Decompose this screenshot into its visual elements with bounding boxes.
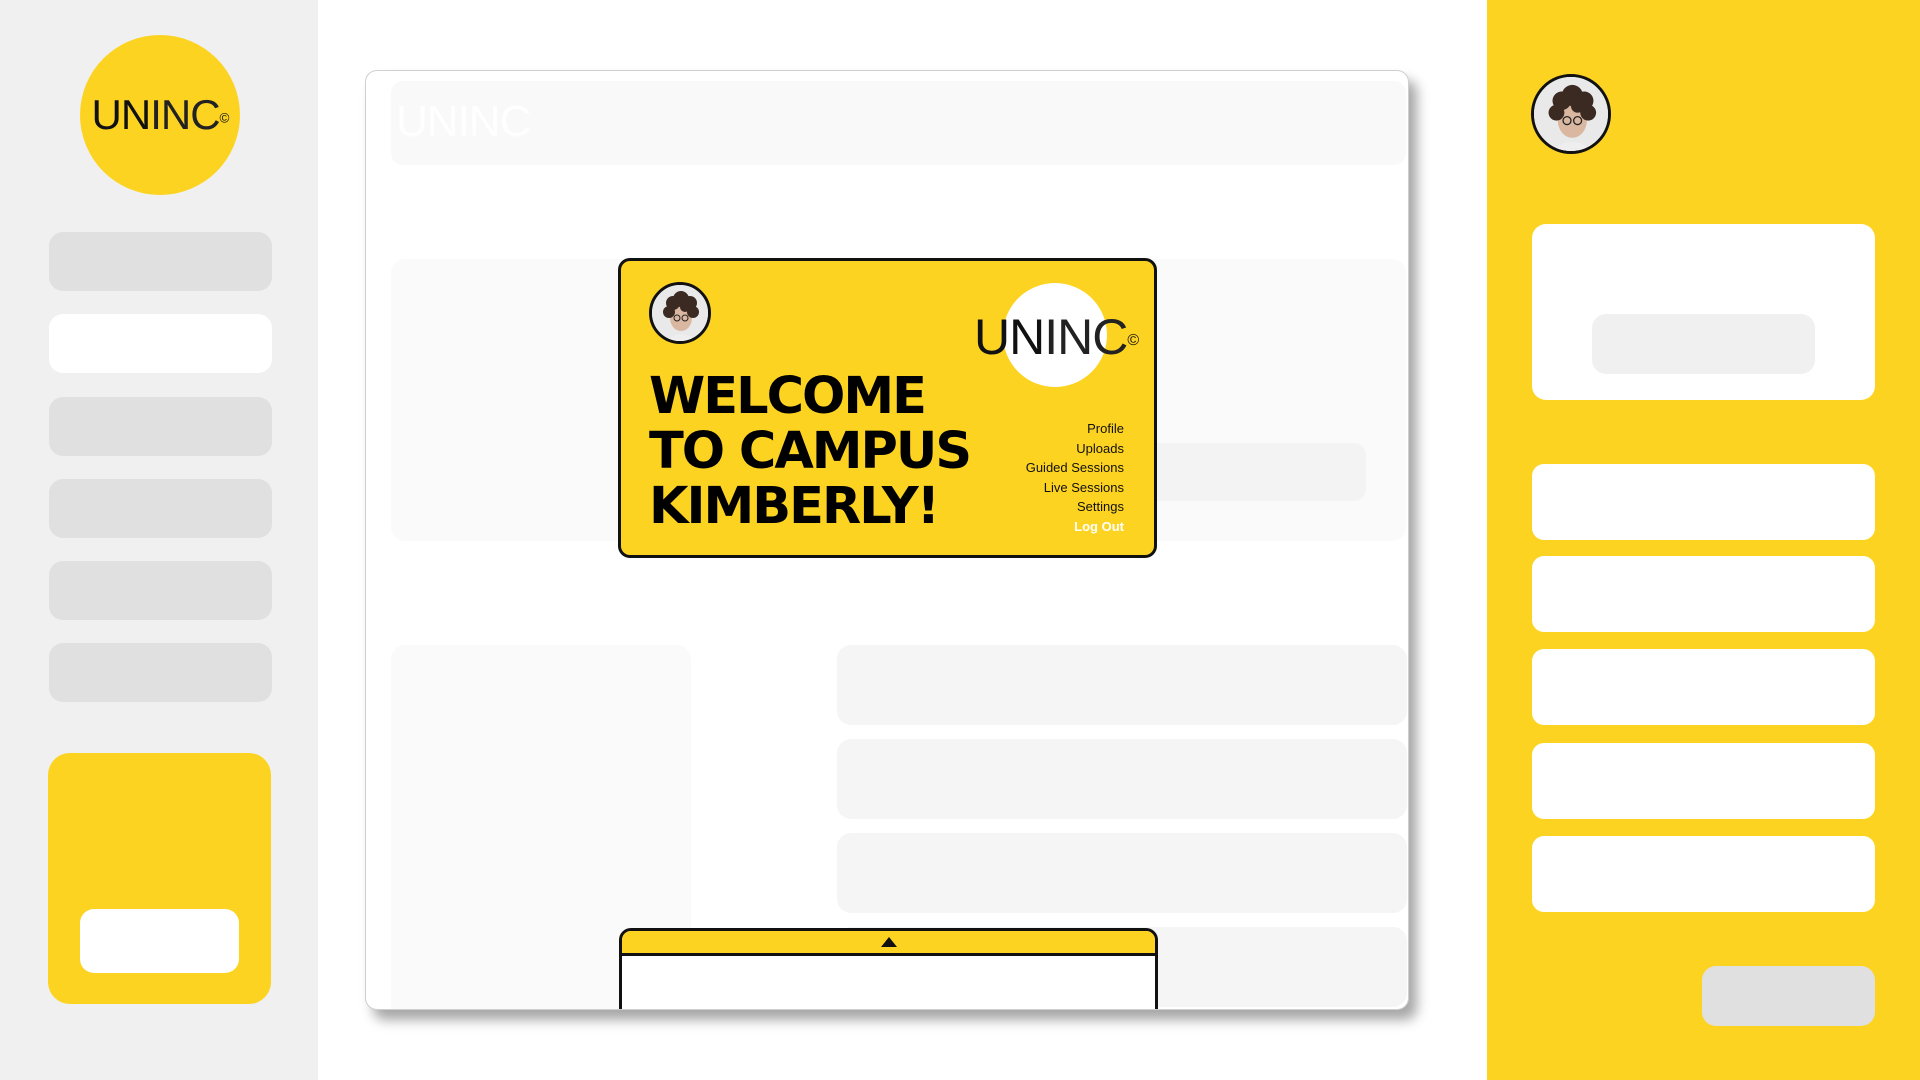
list-row-placeholder (837, 645, 1407, 725)
card-logo[interactable]: UNINC© (974, 307, 1154, 367)
user-menu: Profile Uploads Guided Sessions Live Ses… (924, 419, 1124, 536)
avatar-portrait-icon (652, 285, 708, 341)
user-avatar[interactable] (649, 282, 711, 344)
avatar-portrait-icon (1534, 77, 1608, 151)
heading-line-1: WELCOME (649, 367, 927, 426)
sidebar-nav-item[interactable] (49, 479, 272, 538)
right-panel-avatar[interactable] (1531, 74, 1611, 154)
sidebar-nav-item[interactable] (49, 643, 272, 702)
right-panel (1487, 0, 1920, 1080)
right-panel-item[interactable] (1532, 649, 1875, 725)
hero-input-placeholder (1146, 443, 1366, 501)
menu-item-uploads[interactable]: Uploads (924, 439, 1124, 459)
menu-item-log-out[interactable]: Log Out (924, 517, 1124, 537)
right-panel-item[interactable] (1532, 836, 1875, 912)
drawer-handle-bar[interactable] (622, 931, 1155, 956)
list-row-placeholder (837, 739, 1407, 819)
sidebar-nav-item-active[interactable] (49, 314, 272, 373)
welcome-card: WELCOME TO CAMPUS KIMBERLY! UNINC© Profi… (618, 258, 1157, 558)
bottom-drawer[interactable] (619, 928, 1158, 1009)
menu-item-live-sessions[interactable]: Live Sessions (924, 478, 1124, 498)
sidebar-nav-item[interactable] (49, 232, 272, 291)
right-panel-action-button[interactable] (1702, 966, 1875, 1026)
sidebar-nav-item[interactable] (49, 561, 272, 620)
right-panel-card-button[interactable] (1592, 314, 1815, 374)
menu-item-profile[interactable]: Profile (924, 419, 1124, 439)
window-header-bar: UNINC (391, 81, 1406, 165)
sidebar-promo-button[interactable] (80, 909, 239, 973)
sidebar-logo[interactable]: UNINC© (80, 35, 240, 195)
menu-item-guided-sessions[interactable]: Guided Sessions (924, 458, 1124, 478)
right-panel-item[interactable] (1532, 464, 1875, 540)
list-row-placeholder (837, 833, 1407, 913)
logo-wordmark: UNINC© (91, 91, 230, 138)
right-panel-item[interactable] (1532, 556, 1875, 632)
menu-item-settings[interactable]: Settings (924, 497, 1124, 517)
caret-up-icon[interactable] (880, 937, 897, 947)
card-logo-wordmark: UNINC© (974, 309, 1139, 365)
faint-logo-wordmark: UNINC (396, 97, 531, 146)
sidebar-nav-item[interactable] (49, 397, 272, 456)
right-panel-item[interactable] (1532, 743, 1875, 819)
